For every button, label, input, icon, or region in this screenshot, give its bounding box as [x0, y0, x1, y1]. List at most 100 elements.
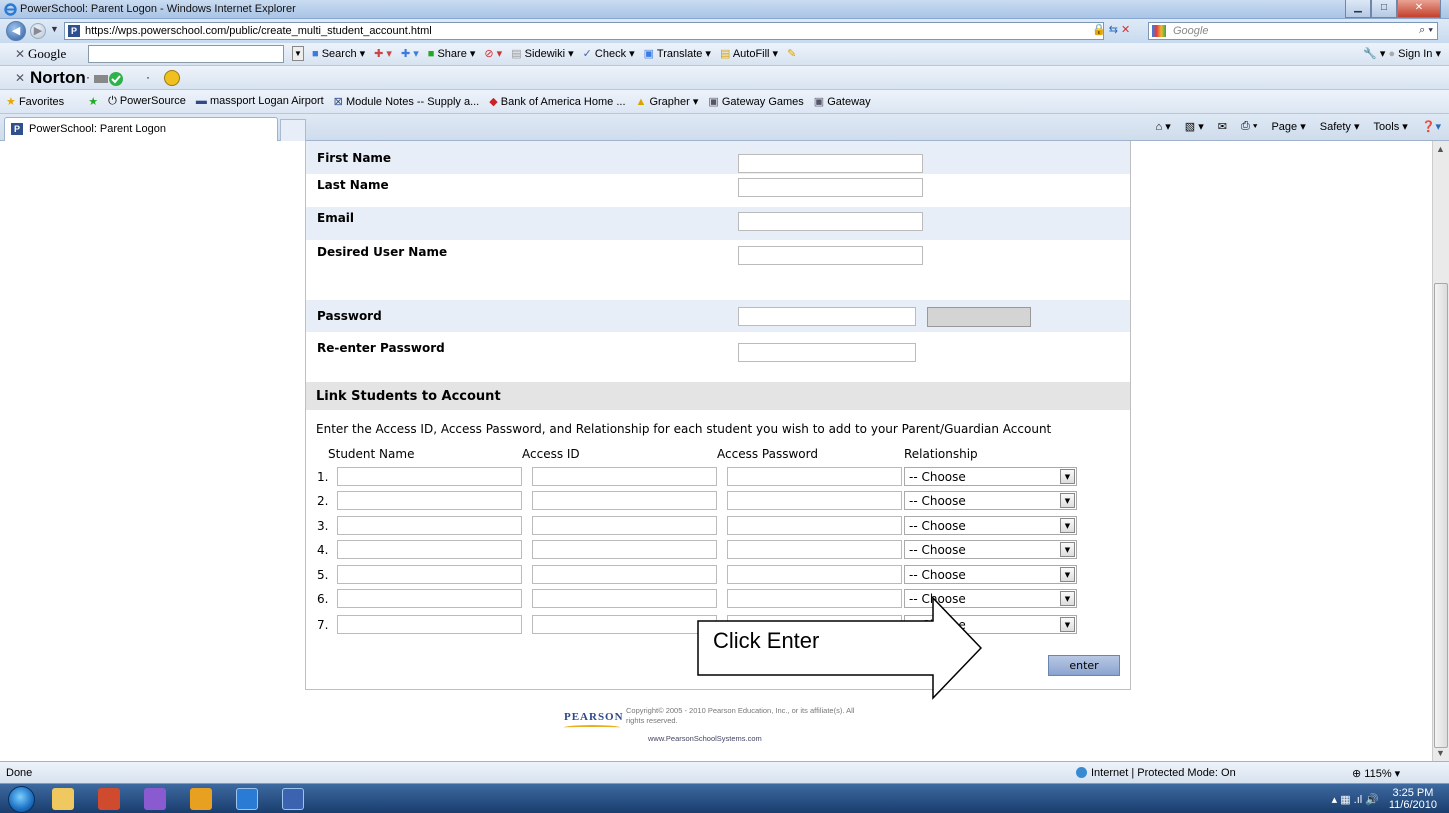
student-name-input[interactable]: [337, 615, 522, 634]
network-icon[interactable]: ▴ ▦ .ıl 🔊: [1332, 794, 1379, 806]
pearson-link[interactable]: www.PearsonSchoolSystems.com: [648, 734, 762, 743]
favorite-link[interactable]: ▲ Grapher ▾: [636, 95, 699, 108]
relationship-select[interactable]: -- Choose ▼: [904, 565, 1077, 584]
google-search-dropdown[interactable]: ▼: [292, 46, 304, 61]
student-name-input[interactable]: [337, 540, 522, 559]
close-window-button[interactable]: ✕: [1397, 0, 1441, 18]
close-toolbar-icon[interactable]: ✕: [15, 47, 25, 61]
chevron-down-icon[interactable]: ▼: [1060, 518, 1075, 533]
access-id-input[interactable]: [532, 467, 717, 486]
bookmark-icon[interactable]: ✚ ▾: [374, 47, 392, 60]
translate-button[interactable]: ▣ Translate ▾: [644, 47, 711, 60]
stop-icon[interactable]: ✕: [1121, 24, 1130, 36]
norton-identity-safe-icon[interactable]: [164, 70, 180, 86]
relationship-select[interactable]: -- Choose ▼: [904, 491, 1077, 510]
scroll-down-icon[interactable]: ▼: [1436, 748, 1445, 758]
access-id-input[interactable]: [532, 565, 717, 584]
access-password-input[interactable]: [727, 540, 902, 559]
forward-button[interactable]: ▶: [30, 23, 46, 39]
sidewiki-button[interactable]: ▤ Sidewiki ▾: [511, 47, 573, 60]
student-name-input[interactable]: [337, 589, 522, 608]
google-toolbar-search-input[interactable]: [88, 45, 284, 63]
chevron-down-icon[interactable]: ▼: [1060, 469, 1075, 484]
norton-safe-web-icon[interactable]: [94, 71, 138, 86]
sign-in-link[interactable]: Sign In: [1398, 48, 1432, 60]
access-id-input[interactable]: [532, 615, 717, 634]
paint-icon[interactable]: [144, 788, 166, 810]
mail-icon[interactable]: ✉: [1218, 120, 1227, 133]
favorites-button[interactable]: ★ Favorites: [6, 95, 64, 108]
outlook-icon[interactable]: [190, 788, 212, 810]
chevron-down-icon[interactable]: ▼: [1060, 542, 1075, 557]
access-id-input[interactable]: [532, 540, 717, 559]
back-button[interactable]: ◀: [6, 21, 26, 41]
new-tab-button[interactable]: [280, 119, 306, 141]
password-field[interactable]: [738, 307, 916, 326]
relationship-select[interactable]: -- Choose ▼: [904, 467, 1077, 486]
vertical-scrollbar[interactable]: ▲ ▼: [1432, 141, 1449, 761]
refresh-icon[interactable]: ⇆: [1109, 24, 1118, 36]
access-password-input[interactable]: [727, 516, 902, 535]
last-name-field[interactable]: [738, 178, 923, 197]
google-search-box[interactable]: Google ⌕ ▾: [1148, 22, 1438, 40]
plus-icon[interactable]: ✚ ▾: [401, 47, 419, 60]
check-button[interactable]: ✓ Check ▾: [583, 47, 635, 60]
search-button[interactable]: ■ Search ▾: [312, 47, 365, 60]
scroll-thumb[interactable]: [1434, 283, 1448, 748]
sign-in-area[interactable]: 🔧 ▾ ● Sign In ▾: [1363, 47, 1441, 60]
favorite-link[interactable]: ◆ Bank of America Home ...: [489, 95, 625, 108]
tab-powerschool[interactable]: P PowerSchool: Parent Logon: [4, 117, 278, 141]
student-name-input[interactable]: [337, 565, 522, 584]
favorite-link[interactable]: ▬ massport Logan Airport: [196, 95, 324, 108]
share-button[interactable]: ■ Share ▾: [428, 47, 476, 60]
favorite-link[interactable]: ▣ Gateway Games: [708, 95, 803, 108]
access-id-input[interactable]: [532, 589, 717, 608]
system-tray[interactable]: ▴ ▦ .ıl 🔊: [1332, 793, 1379, 806]
chevron-down-icon[interactable]: ▼: [1060, 493, 1075, 508]
minimize-button[interactable]: ▁: [1345, 0, 1371, 18]
help-icon[interactable]: ❓▾: [1422, 120, 1441, 133]
access-password-input[interactable]: [727, 491, 902, 510]
home-icon[interactable]: ⌂ ▾: [1156, 120, 1171, 133]
search-icon[interactable]: ⌕ ▾: [1419, 24, 1433, 37]
add-favorite-icon[interactable]: ★: [88, 95, 98, 108]
relationship-select[interactable]: -- Choose ▼: [904, 516, 1077, 535]
favorite-link[interactable]: ⊠ Module Notes -- Supply a...: [334, 95, 480, 108]
blocker-icon[interactable]: ⊘ ▾: [484, 47, 502, 60]
feeds-icon[interactable]: ▧ ▾: [1185, 120, 1204, 133]
enter-button[interactable]: enter: [1048, 655, 1120, 676]
autofill-button[interactable]: ▤ AutoFill ▾: [720, 47, 778, 60]
first-name-field[interactable]: [738, 154, 923, 173]
chevron-down-icon[interactable]: ▼: [1060, 567, 1075, 582]
address-input[interactable]: P https://wps.powerschool.com/public/cre…: [64, 22, 1104, 40]
norton-logo[interactable]: Norton: [30, 68, 86, 88]
username-field[interactable]: [738, 246, 923, 265]
chevron-down-icon[interactable]: ▼: [1060, 617, 1075, 632]
access-id-input[interactable]: [532, 516, 717, 535]
reenter-password-field[interactable]: [738, 343, 916, 362]
zoom-control[interactable]: ⊕ 115% ▾: [1352, 767, 1400, 780]
media-player-icon[interactable]: [98, 788, 120, 810]
favorite-link[interactable]: ▣ Gateway: [814, 95, 871, 108]
security-zone[interactable]: Internet | Protected Mode: On: [1076, 767, 1236, 779]
internet-explorer-icon[interactable]: [236, 788, 258, 810]
maximize-button[interactable]: □: [1371, 0, 1397, 18]
favorite-link[interactable]: ⏻ PowerSource: [108, 95, 186, 108]
word-icon[interactable]: [282, 788, 304, 810]
scroll-up-icon[interactable]: ▲: [1436, 144, 1445, 154]
address-actions[interactable]: 🔒 ⇆ ✕: [1092, 23, 1130, 36]
close-toolbar-icon[interactable]: ✕: [15, 71, 25, 85]
safety-menu[interactable]: Safety ▾: [1320, 120, 1360, 133]
print-icon[interactable]: ⎙ ▾: [1241, 120, 1257, 133]
student-name-input[interactable]: [337, 516, 522, 535]
pencil-icon[interactable]: ✎: [787, 47, 796, 60]
relationship-select[interactable]: -- Choose ▼: [904, 540, 1077, 559]
start-button[interactable]: [8, 786, 35, 813]
chevron-down-icon[interactable]: ▼: [1060, 591, 1075, 606]
access-id-input[interactable]: [532, 491, 717, 510]
access-password-input[interactable]: [727, 467, 902, 486]
page-menu[interactable]: Page ▾: [1271, 120, 1305, 133]
clock[interactable]: 3:25 PM 11/6/2010: [1389, 787, 1437, 811]
student-name-input[interactable]: [337, 467, 522, 486]
student-name-input[interactable]: [337, 491, 522, 510]
